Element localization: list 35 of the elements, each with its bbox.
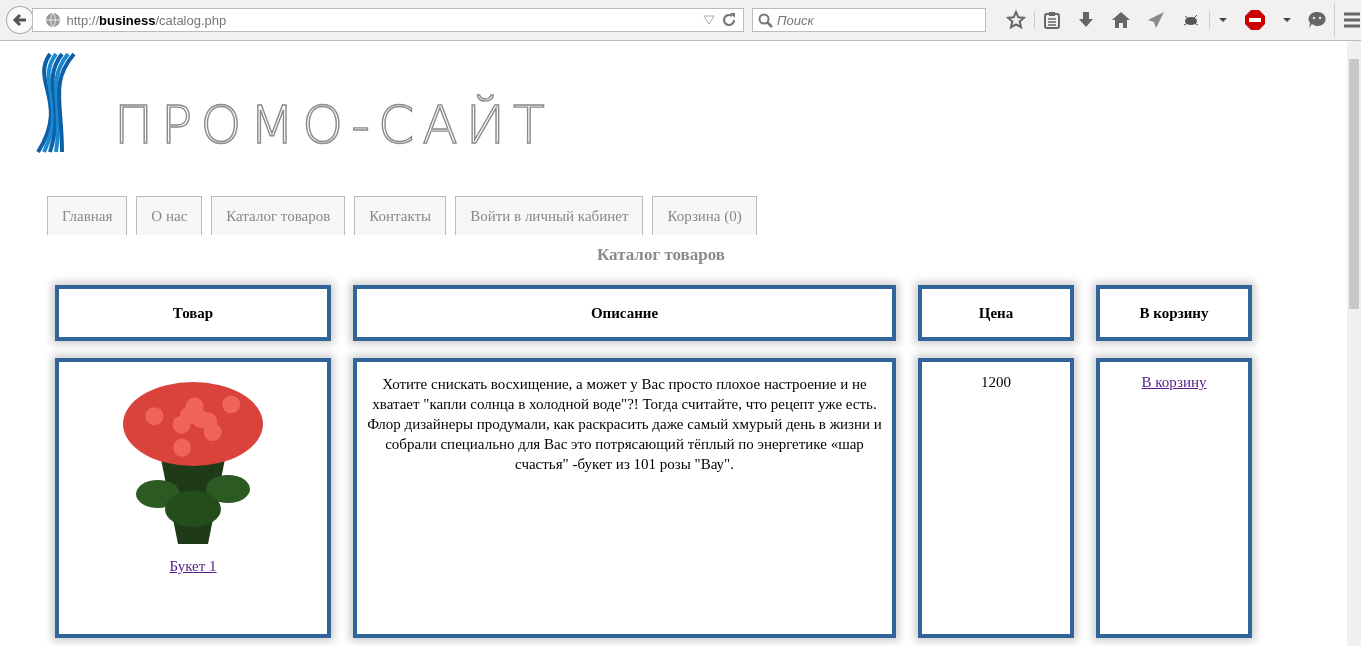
product-description: Хотите снискать восхищение, а может у Вас просто плохое настроение и не хватает "капли солнца в холодной воде"?! Тогда считайте, что рецепт уже есть. Флор дизайнеры продумали, как раскрасить даже самый хмурый день в жизни и собрали специально для Вас это потрясающий тёплый по энергетике «шар счастья" -букет из 101 розы "Вау". (366, 375, 883, 474)
paper-plane-icon[interactable] (1147, 11, 1165, 29)
nav-tab[interactable]: Контакты (354, 196, 447, 235)
column-header: Описание (353, 285, 896, 341)
column-header: Цена (918, 285, 1074, 341)
nav-tab[interactable]: О нас (136, 196, 203, 235)
product-link[interactable]: Букет 1 (169, 558, 217, 575)
url-text: http://business/catalog.php (66, 12, 228, 28)
dropdown-icon[interactable] (1282, 17, 1292, 23)
page-heading: Каталог товаров (596, 245, 726, 265)
download-icon[interactable] (1077, 11, 1095, 29)
add-to-cart-link[interactable]: В корзину (1141, 374, 1207, 390)
price-text: 1200 (981, 374, 1011, 390)
adblock-icon[interactable] (1244, 9, 1266, 31)
back-arrow-icon (10, 11, 29, 29)
back-button[interactable] (6, 6, 34, 34)
nav-tab[interactable]: Корзина (0) (652, 196, 757, 235)
clipboard-icon[interactable] (1043, 11, 1061, 29)
menu-icon[interactable] (1343, 12, 1361, 28)
nav-tab[interactable]: Войти в личный кабинет (455, 196, 644, 235)
scrollbar-thumb[interactable] (1349, 59, 1359, 309)
dropdown-icon[interactable] (1218, 17, 1228, 23)
nav-tab[interactable]: Каталог товаров (211, 196, 346, 235)
star-icon[interactable] (1006, 10, 1026, 30)
nav-tab[interactable]: Главная (47, 196, 128, 235)
chat-icon[interactable] (1308, 11, 1326, 29)
search-field[interactable]: Поиск (752, 8, 986, 32)
logo-text: ПРОМО-САЙТ (113, 93, 554, 157)
column-header: Товар (55, 285, 331, 341)
address-bar[interactable]: http://business/catalog.php (31, 8, 744, 32)
reload-icon[interactable] (721, 12, 737, 28)
globe-icon (44, 12, 61, 28)
bug-icon[interactable] (1181, 12, 1201, 28)
column-header: В корзину (1096, 285, 1252, 341)
home-icon[interactable] (1111, 11, 1131, 29)
